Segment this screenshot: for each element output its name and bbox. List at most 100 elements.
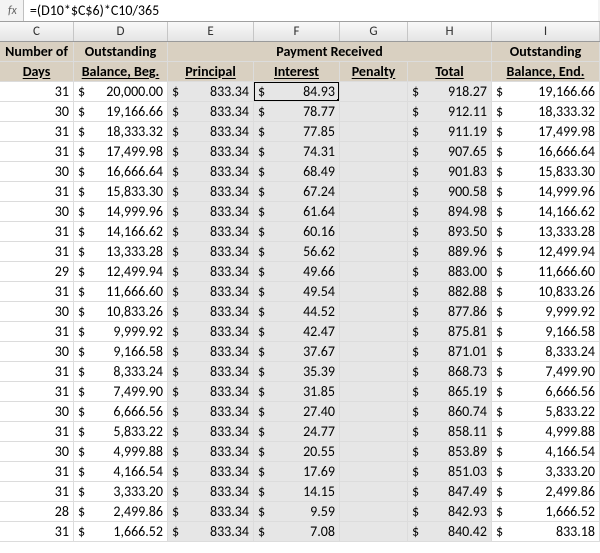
cell-principal[interactable]: $833.34 — [168, 242, 254, 261]
cell-interest[interactable]: $56.62 — [254, 242, 340, 261]
cell-principal[interactable]: $833.34 — [168, 302, 254, 321]
cell-total[interactable]: $900.58 — [408, 182, 492, 201]
cell-interest[interactable]: $49.66 — [254, 262, 340, 281]
cell-balance-beg[interactable]: $7,499.90 — [74, 382, 168, 401]
cell-total[interactable]: $842.93 — [408, 502, 492, 521]
cell-penalty[interactable] — [340, 362, 408, 381]
cell-principal[interactable]: $833.34 — [168, 142, 254, 161]
cell-balance-beg[interactable]: $13,333.28 — [74, 242, 168, 261]
cell-interest[interactable]: $49.54 — [254, 282, 340, 301]
cell-days[interactable]: 30 — [0, 442, 74, 461]
fx-icon[interactable]: fx — [2, 0, 24, 21]
cell-total[interactable]: $853.89 — [408, 442, 492, 461]
cell-penalty[interactable] — [340, 522, 408, 541]
cell-penalty[interactable] — [340, 162, 408, 181]
cell-balance-end[interactable]: $8,333.24 — [492, 342, 600, 361]
cell-days[interactable]: 31 — [0, 422, 74, 441]
cell-interest[interactable]: $35.39 — [254, 362, 340, 381]
cell-principal[interactable]: $833.34 — [168, 442, 254, 461]
hdr-payment-received[interactable]: Payment Received — [168, 42, 492, 61]
cell-interest[interactable]: $67.24 — [254, 182, 340, 201]
cell-days[interactable]: 28 — [0, 502, 74, 521]
cell-total[interactable]: $907.65 — [408, 142, 492, 161]
cell-principal[interactable]: $833.34 — [168, 322, 254, 341]
cell-days[interactable]: 29 — [0, 262, 74, 281]
cell-interest[interactable]: $78.77 — [254, 102, 340, 121]
cell-days[interactable]: 30 — [0, 302, 74, 321]
cell-balance-end[interactable]: $4,166.54 — [492, 442, 600, 461]
cell-days[interactable]: 30 — [0, 102, 74, 121]
cell-penalty[interactable] — [340, 262, 408, 281]
cell-balance-beg[interactable]: $6,666.56 — [74, 402, 168, 421]
cell-total[interactable]: $889.96 — [408, 242, 492, 261]
cell-penalty[interactable] — [340, 102, 408, 121]
col-header-d[interactable]: D — [74, 22, 168, 41]
cell-days[interactable]: 30 — [0, 202, 74, 221]
cell-total[interactable]: $911.19 — [408, 122, 492, 141]
cell-total[interactable]: $875.81 — [408, 322, 492, 341]
cell-balance-end[interactable]: $10,833.26 — [492, 282, 600, 301]
hdr-balance-beg[interactable]: Balance, Beg. — [74, 62, 168, 81]
cell-penalty[interactable] — [340, 342, 408, 361]
cell-balance-beg[interactable]: $16,666.64 — [74, 162, 168, 181]
cell-interest[interactable]: $20.55 — [254, 442, 340, 461]
cell-total[interactable]: $877.86 — [408, 302, 492, 321]
cell-total[interactable]: $894.98 — [408, 202, 492, 221]
cell-principal[interactable]: $833.34 — [168, 382, 254, 401]
hdr-penalty[interactable]: Penalty — [340, 62, 408, 81]
cell-interest[interactable]: $7.08 — [254, 522, 340, 541]
cell-balance-beg[interactable]: $15,833.30 — [74, 182, 168, 201]
cell-interest[interactable]: $9.59 — [254, 502, 340, 521]
cell-balance-end[interactable]: $6,666.56 — [492, 382, 600, 401]
cell-penalty[interactable] — [340, 442, 408, 461]
cell-balance-end[interactable]: $5,833.22 — [492, 402, 600, 421]
cell-principal[interactable]: $833.34 — [168, 462, 254, 481]
cell-balance-beg[interactable]: $4,166.54 — [74, 462, 168, 481]
cell-penalty[interactable] — [340, 142, 408, 161]
cell-balance-end[interactable]: $3,333.20 — [492, 462, 600, 481]
cell-interest[interactable]: $31.85 — [254, 382, 340, 401]
cell-penalty[interactable] — [340, 482, 408, 501]
cell-balance-end[interactable]: $11,666.60 — [492, 262, 600, 281]
cell-total[interactable]: $901.83 — [408, 162, 492, 181]
col-header-i[interactable]: I — [492, 22, 600, 41]
cell-interest[interactable]: $61.64 — [254, 202, 340, 221]
cell-interest[interactable]: $60.16 — [254, 222, 340, 241]
cell-principal[interactable]: $833.34 — [168, 282, 254, 301]
cell-penalty[interactable] — [340, 242, 408, 261]
cell-interest[interactable]: $24.77 — [254, 422, 340, 441]
cell-principal[interactable]: $833.34 — [168, 502, 254, 521]
cell-interest[interactable]: $44.52 — [254, 302, 340, 321]
cell-principal[interactable]: $833.34 — [168, 402, 254, 421]
cell-principal[interactable]: $833.34 — [168, 342, 254, 361]
cell-balance-end[interactable]: $833.18 — [492, 522, 600, 541]
cell-interest[interactable]: $84.93 — [254, 82, 340, 101]
cell-principal[interactable]: $833.34 — [168, 122, 254, 141]
cell-days[interactable]: 31 — [0, 322, 74, 341]
cell-days[interactable]: 30 — [0, 402, 74, 421]
cell-days[interactable]: 31 — [0, 522, 74, 541]
cell-balance-beg[interactable]: $4,999.88 — [74, 442, 168, 461]
cell-days[interactable]: 31 — [0, 282, 74, 301]
cell-days[interactable]: 31 — [0, 362, 74, 381]
cell-penalty[interactable] — [340, 82, 408, 101]
cell-total[interactable]: $860.74 — [408, 402, 492, 421]
cell-days[interactable]: 31 — [0, 462, 74, 481]
cell-interest[interactable]: $74.31 — [254, 142, 340, 161]
cell-balance-beg[interactable]: $17,499.98 — [74, 142, 168, 161]
cell-interest[interactable]: $37.67 — [254, 342, 340, 361]
cell-balance-end[interactable]: $19,166.66 — [492, 82, 600, 101]
cell-penalty[interactable] — [340, 402, 408, 421]
cell-penalty[interactable] — [340, 282, 408, 301]
cell-principal[interactable]: $833.34 — [168, 182, 254, 201]
cell-total[interactable]: $868.73 — [408, 362, 492, 381]
hdr-balance-end[interactable]: Balance, End. — [492, 62, 600, 81]
cell-principal[interactable]: $833.34 — [168, 522, 254, 541]
cell-days[interactable]: 31 — [0, 382, 74, 401]
cell-penalty[interactable] — [340, 122, 408, 141]
cell-balance-beg[interactable]: $14,166.62 — [74, 222, 168, 241]
cell-penalty[interactable] — [340, 382, 408, 401]
cell-interest[interactable]: $77.85 — [254, 122, 340, 141]
cell-balance-beg[interactable]: $8,333.24 — [74, 362, 168, 381]
cell-penalty[interactable] — [340, 222, 408, 241]
